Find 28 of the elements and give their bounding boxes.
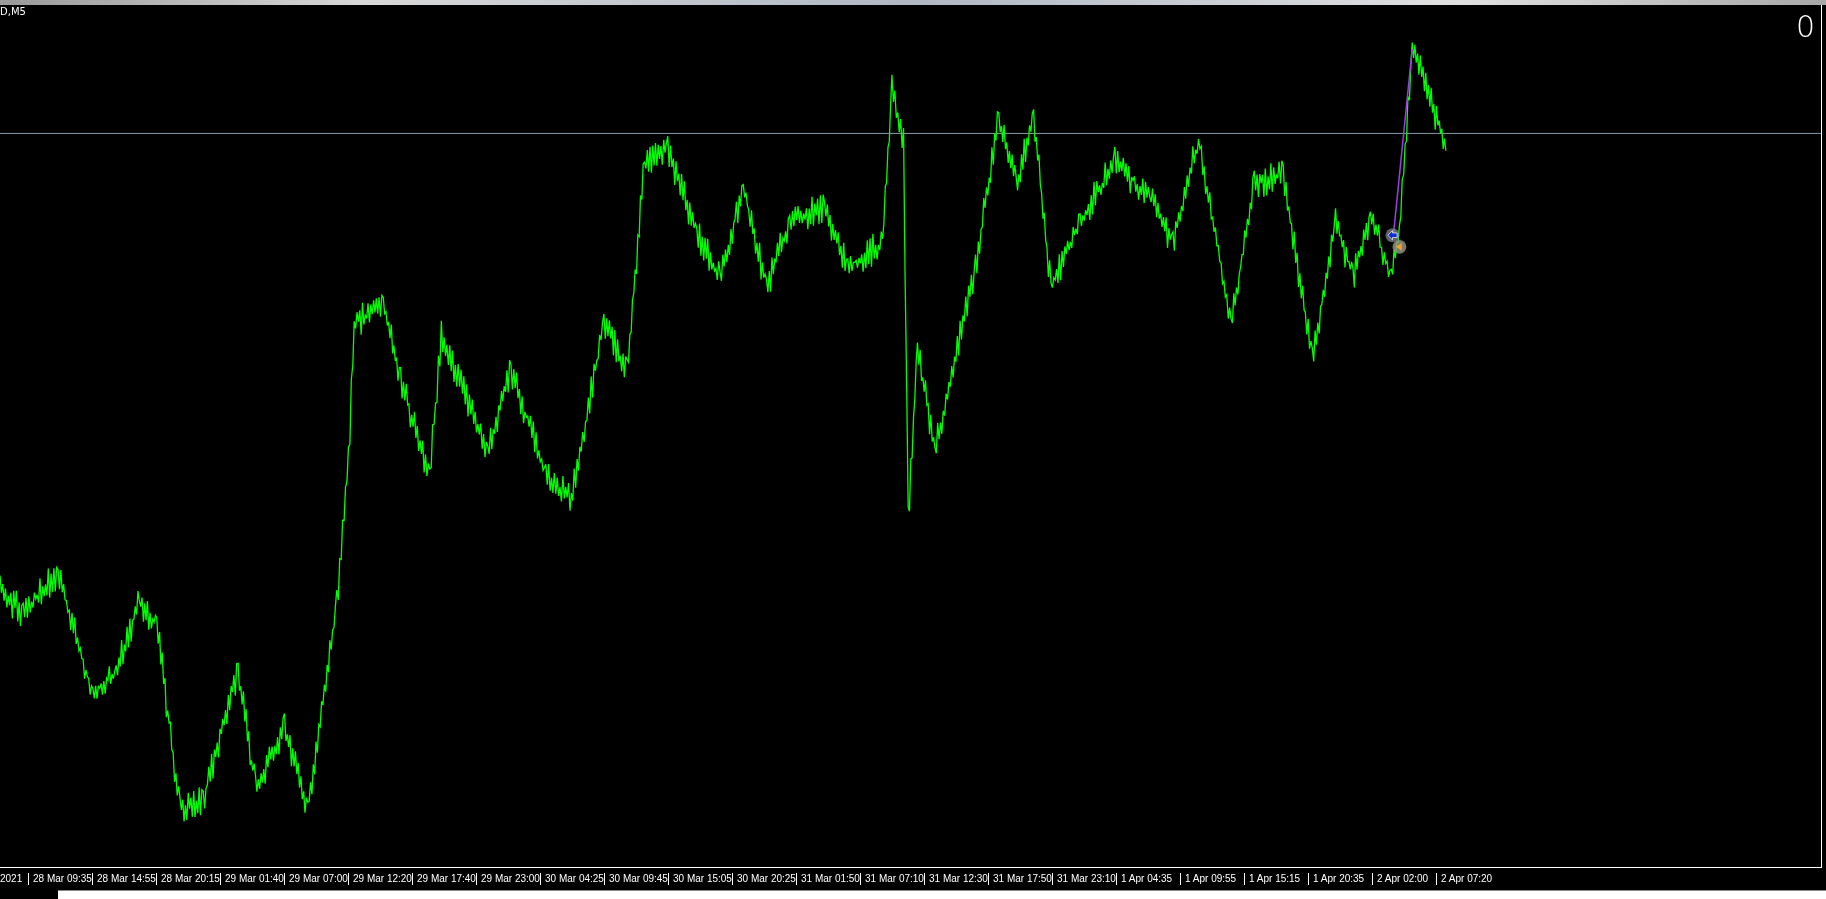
- time-label: 2021: [0, 873, 24, 885]
- time-label: 30 Mar 20:25: [732, 873, 796, 885]
- time-label: 1 Apr 09:55: [1180, 873, 1244, 885]
- time-label: 30 Mar 15:05: [668, 873, 732, 885]
- time-label: 2 Apr 02:00: [1372, 873, 1436, 885]
- time-label: 31 Mar 17:50: [988, 873, 1052, 885]
- time-label: 28 Mar 09:35: [28, 873, 92, 885]
- time-label: 28 Mar 14:55: [92, 873, 156, 885]
- horizontal-line[interactable]: [0, 132, 1821, 134]
- time-label: 1 Apr 04:35: [1116, 873, 1180, 885]
- time-label: 31 Mar 01:50: [796, 873, 860, 885]
- corner-label: 0: [1795, 11, 1815, 43]
- time-label: 29 Mar 01:40: [220, 873, 284, 885]
- time-label: 29 Mar 23:00: [476, 873, 540, 885]
- time-label: 31 Mar 12:30: [924, 873, 988, 885]
- time-label: 1 Apr 20:35: [1308, 873, 1372, 885]
- time-label: 29 Mar 12:20: [348, 873, 412, 885]
- time-label: 29 Mar 17:40: [412, 873, 476, 885]
- time-label: 30 Mar 09:45: [604, 873, 668, 885]
- time-label: 31 Mar 23:10: [1052, 873, 1116, 885]
- symbol-label: D,M5: [0, 6, 26, 17]
- arrow-icon: [1385, 228, 1400, 243]
- time-label: 2 Apr 07:20: [1436, 873, 1500, 885]
- time-label: 29 Mar 07:00: [284, 873, 348, 885]
- time-label: 31 Mar 07:10: [860, 873, 924, 885]
- time-label: 30 Mar 04:25: [540, 873, 604, 885]
- time-label: 1 Apr 15:15: [1244, 873, 1308, 885]
- time-label: 28 Mar 20:15: [156, 873, 220, 885]
